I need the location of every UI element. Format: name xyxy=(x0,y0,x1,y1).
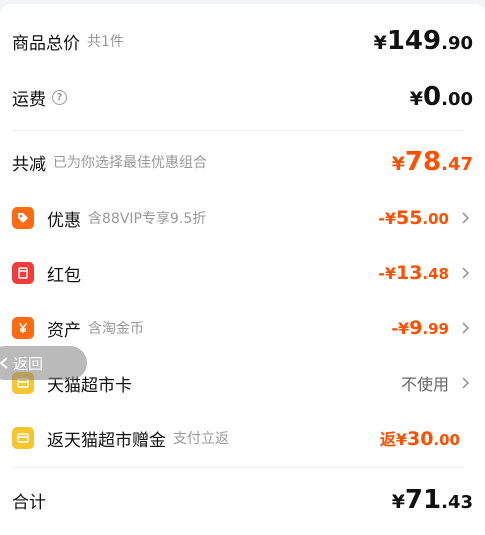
chevron-right-icon xyxy=(462,212,470,224)
total-discount-note: 已为你选择最佳优惠组合 xyxy=(53,155,207,171)
grand-total-price: ¥71.43 xyxy=(391,485,473,515)
red-packet-amount: -¥13.48 xyxy=(378,262,449,284)
red-packet-icon xyxy=(12,262,34,284)
discount-row-assets[interactable]: 资产 含淘金币 -¥9.99 xyxy=(12,310,473,346)
question-circle-icon[interactable]: ? xyxy=(52,89,67,105)
assets-label: 资产 xyxy=(47,320,81,341)
discount-row-red-packet[interactable]: 红包 -¥13.48 xyxy=(12,255,473,291)
goods-total-label: 商品总价 xyxy=(12,33,80,54)
back-button-label: 返回 xyxy=(13,354,44,373)
discount-amount: -¥55.00 xyxy=(378,207,449,229)
order-summary-card: 商品总价 共1件 ¥149.90 运费 ? ¥0.00 共减 已为你选择最佳优惠… xyxy=(0,4,485,535)
assets-note: 含淘金币 xyxy=(88,321,144,337)
coupon-tag-icon xyxy=(12,207,34,229)
goods-total-row: 商品总价 共1件 ¥149.90 xyxy=(12,23,473,59)
grand-total-label: 合计 xyxy=(12,492,46,513)
discount-row-coupon[interactable]: 优惠 含88VIP专享9.5折 -¥55.00 xyxy=(12,200,473,236)
tmall-gift-label: 返天猫超市赠金 xyxy=(47,430,166,451)
shipping-price: ¥0.00 xyxy=(409,82,473,112)
total-discount-label: 共减 xyxy=(12,154,46,175)
chevron-right-icon xyxy=(462,377,470,389)
discount-label: 优惠 xyxy=(47,210,81,231)
back-button[interactable]: 返回 xyxy=(0,346,87,380)
card-icon xyxy=(12,427,34,449)
tmall-gift-row: 返天猫超市赠金 支付立返 返¥30.00 xyxy=(12,420,473,456)
total-discount-row: 共减 已为你选择最佳优惠组合 ¥78.47 xyxy=(12,144,473,180)
grand-total-row: 合计 ¥71.43 xyxy=(12,482,473,518)
divider xyxy=(12,130,463,131)
chevron-left-icon xyxy=(0,357,8,369)
assets-amount: -¥9.99 xyxy=(391,317,449,339)
shipping-label: 运费 xyxy=(12,89,46,110)
red-packet-label: 红包 xyxy=(47,265,81,286)
goods-total-price: ¥149.90 xyxy=(373,26,473,56)
yen-asset-icon xyxy=(12,317,34,339)
discount-note: 含88VIP专享9.5折 xyxy=(88,211,207,227)
divider xyxy=(12,467,463,468)
shipping-row: 运费 ? ¥0.00 xyxy=(12,79,473,115)
total-discount-price: ¥78.47 xyxy=(391,147,473,177)
tmall-gift-note: 支付立返 xyxy=(173,431,229,447)
tmall-card-value: 不使用 xyxy=(400,375,449,394)
chevron-right-icon xyxy=(462,267,470,279)
item-count: 共1件 xyxy=(87,34,124,50)
tmall-gift-amount: 返¥30.00 xyxy=(379,428,460,450)
chevron-right-icon xyxy=(462,322,470,334)
